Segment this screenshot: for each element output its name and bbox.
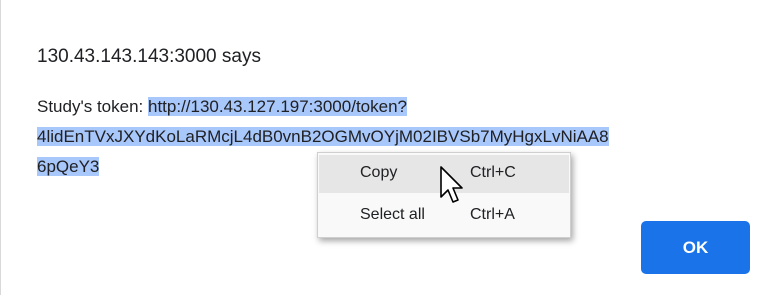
- menu-item-label: Select all: [360, 206, 425, 223]
- selected-token-url-line-3[interactable]: 6pQeY3: [37, 157, 100, 176]
- alert-dialog: 130.43.143.143:3000 says Study's token: …: [0, 0, 765, 295]
- selected-token-url-line-2[interactable]: 4lidEnTVxJXYdKoLaRMcjL4dB0vnB2OGMvOYjM02…: [37, 127, 609, 146]
- message-prefix: Study's token:: [37, 97, 148, 116]
- ok-button[interactable]: OK: [641, 221, 750, 274]
- selected-token-url-line-1[interactable]: http://130.43.127.197:3000/token?: [147, 97, 407, 116]
- mouse-pointer-icon: [440, 166, 463, 203]
- menu-item-shortcut: Ctrl+C: [470, 164, 516, 181]
- menu-item-label: Copy: [360, 164, 398, 181]
- dialog-title: 130.43.143.143:3000 says: [37, 46, 261, 67]
- menu-item-shortcut: Ctrl+A: [470, 206, 515, 223]
